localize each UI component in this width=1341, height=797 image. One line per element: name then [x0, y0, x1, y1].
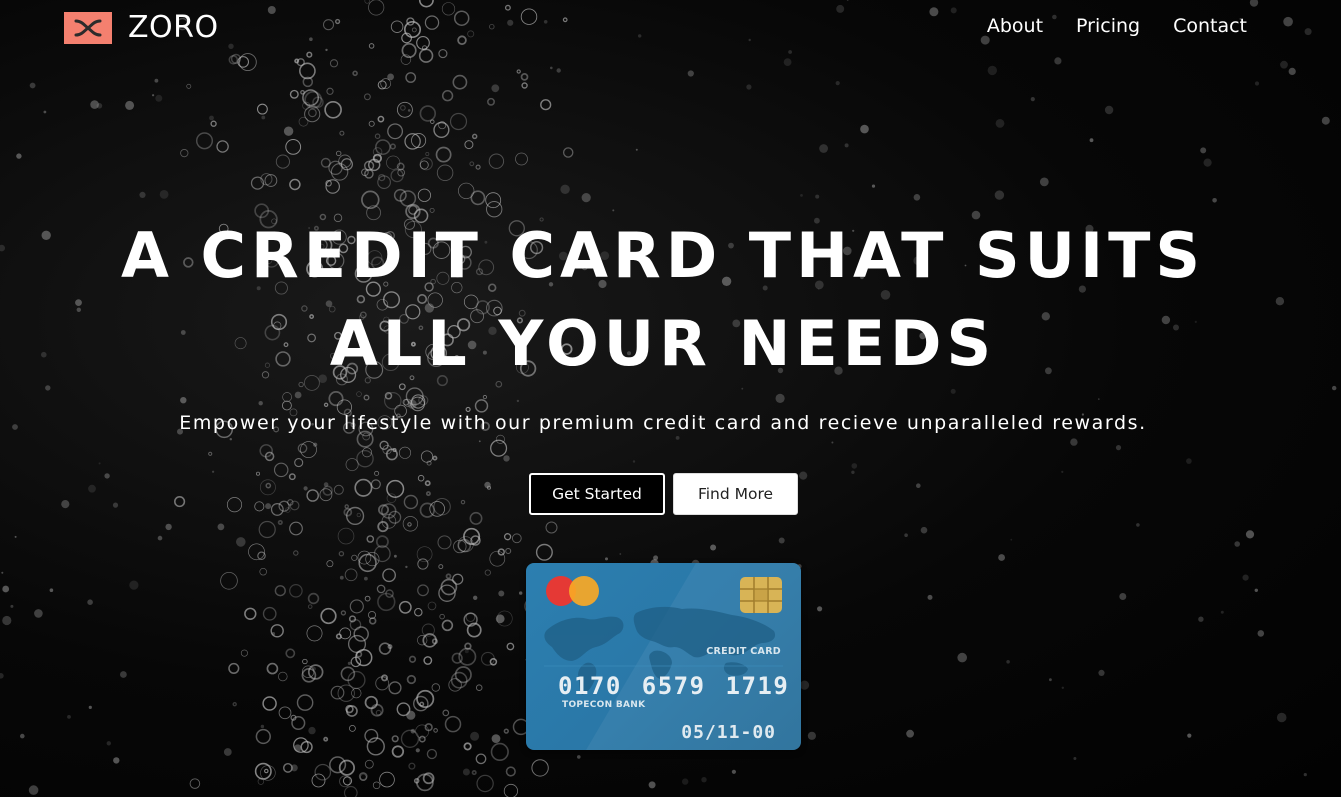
chip-icon — [740, 577, 782, 613]
card-bank-name: TOPECON BANK — [562, 700, 646, 710]
get-started-button[interactable]: Get Started — [529, 473, 665, 515]
card-expiry: 05/11-00 — [681, 722, 776, 743]
card-type-label: CREDIT CARD — [706, 646, 781, 657]
hero-subtitle: Empower your lifestyle with our premium … — [179, 412, 1147, 434]
hero-title-line1: A CREDIT CARD THAT SUITS — [120, 219, 1206, 292]
landing-page: ZORO About Pricing Contact A CREDIT CARD… — [0, 0, 1341, 797]
card-number: 0170 6579 1719 — [558, 672, 790, 700]
mastercard-logo-icon — [546, 576, 599, 606]
hero-title: A CREDIT CARD THAT SUITS ALL YOUR NEEDS — [0, 212, 1326, 388]
hero-title-line2: ALL YOUR NEEDS — [329, 307, 997, 380]
credit-card-image: CREDIT CARD 0170 6579 1719 TOPECON BANK … — [526, 563, 801, 750]
hero-section: A CREDIT CARD THAT SUITS ALL YOUR NEEDS … — [0, 0, 1341, 797]
find-more-button[interactable]: Find More — [673, 473, 798, 515]
